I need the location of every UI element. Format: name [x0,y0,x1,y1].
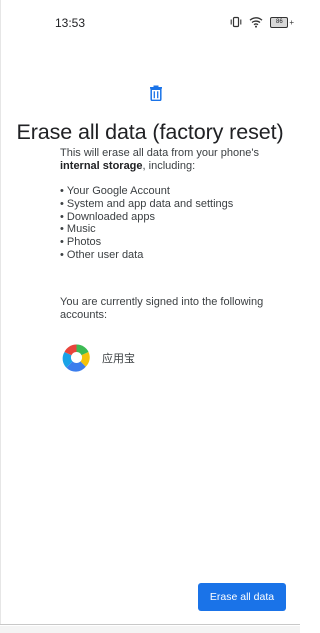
description-suffix: , including: [142,160,196,172]
erase-description: This will erase all data from your phone… [60,147,292,173]
page-title: Erase all data (factory reset) [16,120,284,144]
status-icons: 86 + [230,15,294,29]
battery-icon: 86 + [270,16,294,28]
description-prefix: This will erase all data from your phone… [60,147,259,159]
battery-level: 86 [270,16,289,28]
description-bold: internal storage [60,160,143,172]
trash-icon [150,85,162,101]
bottom-divider [0,624,300,625]
list-item: Music [60,223,290,236]
vibrate-icon [230,16,242,28]
status-bar: 13:53 86 + [0,0,300,40]
list-item: System and app data and settings [60,198,290,211]
charging-icon: + [289,17,294,27]
accounts-text: You are currently signed into the follow… [60,296,264,321]
status-time: 13:53 [55,16,86,30]
list-item: Photos [60,236,290,249]
yingyongbao-app-icon [58,339,95,376]
erase-all-data-button[interactable]: Erase all data [198,583,286,611]
erased-items-list: Your Google Account System and app data … [60,185,290,262]
account-name: 应用宝 [102,352,135,365]
navigation-bar [0,626,300,633]
list-item: Your Google Account [60,185,290,198]
list-item: Downloaded apps [60,211,290,224]
list-item: Other user data [60,249,290,262]
account-item: 应用宝 [58,339,135,376]
left-edge-divider [0,0,1,625]
wifi-icon [249,17,263,28]
